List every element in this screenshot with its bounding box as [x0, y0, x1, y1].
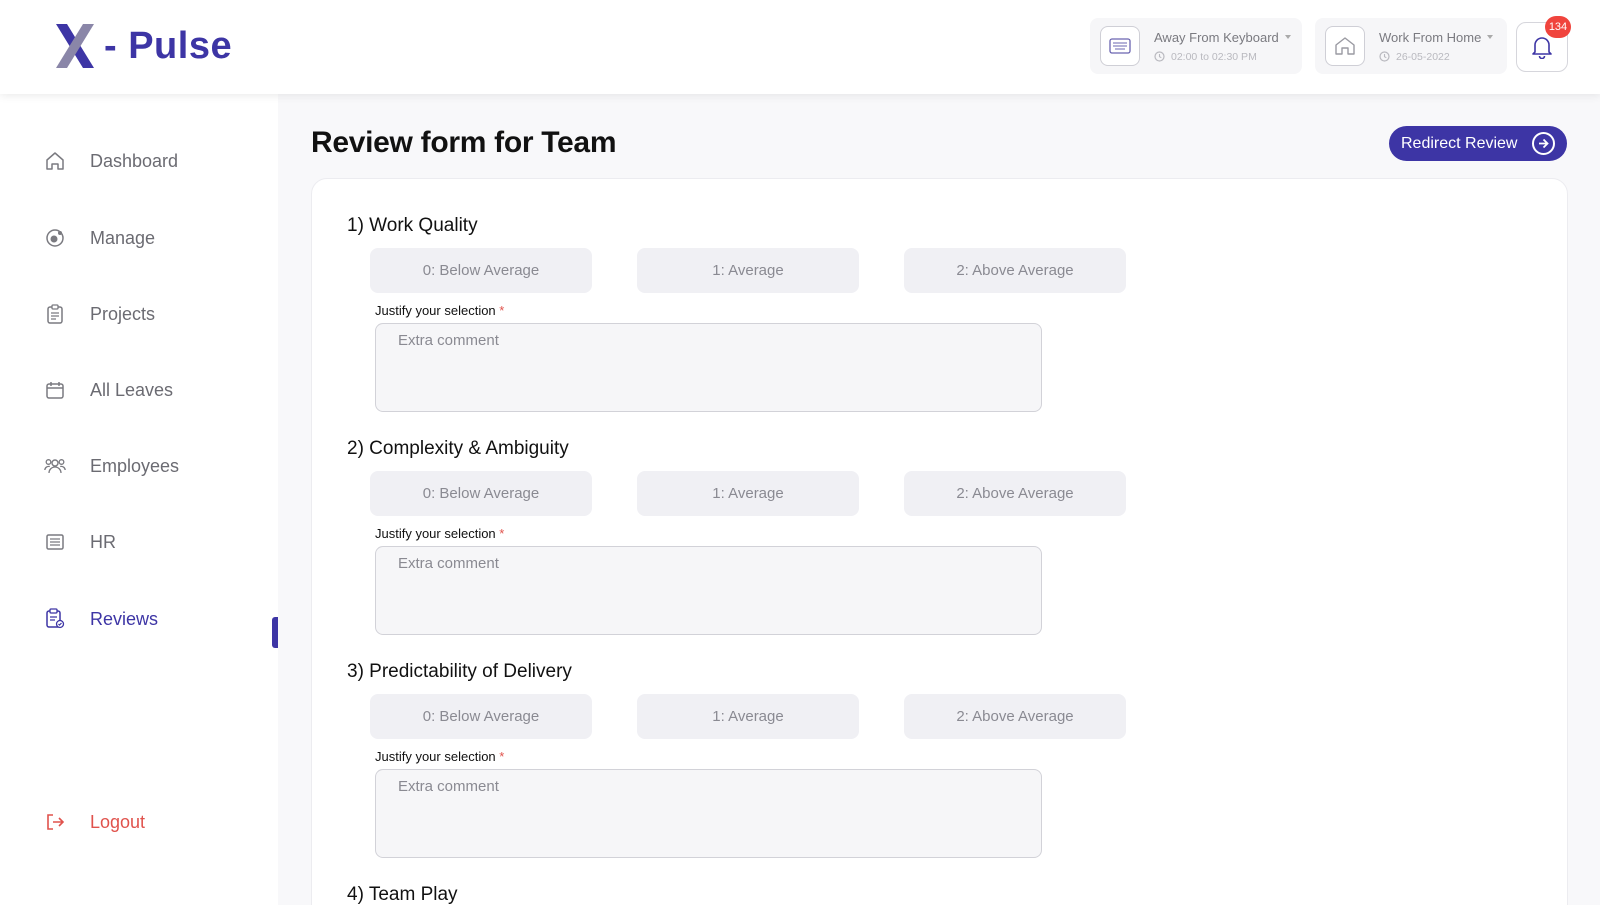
- home-icon: [44, 150, 66, 172]
- required-mark: *: [499, 526, 505, 541]
- logout-icon: [44, 811, 66, 833]
- away-from-keyboard-status[interactable]: Away From Keyboard 02:00 to 02:30 PM: [1090, 18, 1302, 74]
- page-title: Review form for Team: [311, 126, 617, 159]
- option-above-average[interactable]: 2: Above Average: [904, 248, 1126, 293]
- app-logo[interactable]: - Pulse: [56, 22, 232, 70]
- people-icon: [44, 455, 66, 477]
- logo-x-mark: [56, 24, 94, 68]
- arrow-right-circle-icon: [1532, 132, 1555, 155]
- justify-label: Justify your selection *: [375, 749, 505, 764]
- status-title: Away From Keyboard: [1154, 29, 1279, 45]
- sidebar-item-employees[interactable]: Employees: [44, 451, 179, 481]
- sidebar-item-dashboard[interactable]: Dashboard: [44, 146, 178, 176]
- calendar-icon: [44, 379, 66, 401]
- sidebar-item-label: Reviews: [90, 608, 159, 629]
- sidebar-item-label: HR: [90, 531, 116, 552]
- justify-label: Justify your selection *: [375, 526, 505, 541]
- question-title: 3) Predictability of Delivery: [347, 661, 572, 682]
- notification-count-badge: 134: [1545, 16, 1571, 38]
- bell-icon: [1532, 37, 1552, 59]
- keyboard-icon: [1100, 26, 1140, 66]
- logout-label: Logout: [90, 811, 146, 832]
- list-icon: [44, 531, 66, 553]
- review-icon: [44, 608, 66, 630]
- status-date: 26-05-2022: [1396, 50, 1450, 63]
- sidebar: Dashboard Manage Projects All Leaves Emp…: [0, 94, 278, 905]
- work-from-home-status[interactable]: Work From Home 26-05-2022: [1315, 18, 1507, 74]
- app-name: - Pulse: [104, 24, 233, 67]
- justify-label: Justify your selection *: [375, 303, 505, 318]
- option-average[interactable]: 1: Average: [637, 248, 859, 293]
- clipboard-icon: [44, 303, 66, 325]
- chevron-down-icon: [1487, 35, 1494, 39]
- sidebar-item-all-leaves[interactable]: All Leaves: [44, 375, 173, 405]
- clock-icon: [1154, 51, 1165, 62]
- sidebar-item-label: Dashboard: [90, 150, 179, 171]
- active-indicator: [272, 617, 278, 648]
- option-average[interactable]: 1: Average: [637, 471, 859, 516]
- sidebar-item-manage[interactable]: Manage: [44, 223, 155, 253]
- question-title: 4) Team Play: [347, 884, 458, 905]
- comment-field[interactable]: [375, 323, 1042, 412]
- chevron-down-icon: [1284, 35, 1291, 39]
- question-title: 1) Work Quality: [347, 215, 478, 236]
- sidebar-item-reviews[interactable]: Reviews: [44, 604, 158, 634]
- redirect-review-label: Redirect Review: [1401, 134, 1518, 152]
- redirect-review-button[interactable]: Redirect Review: [1389, 126, 1567, 161]
- option-below-average[interactable]: 0: Below Average: [370, 248, 592, 293]
- required-mark: *: [499, 749, 505, 764]
- clock-icon: [1379, 51, 1390, 62]
- status-time: 02:00 to 02:30 PM: [1171, 50, 1257, 63]
- question-title: 2) Complexity & Ambiguity: [347, 438, 569, 459]
- comment-field[interactable]: [375, 546, 1042, 635]
- sidebar-item-hr[interactable]: HR: [44, 527, 116, 557]
- option-above-average[interactable]: 2: Above Average: [904, 471, 1126, 516]
- sidebar-item-projects[interactable]: Projects: [44, 299, 155, 329]
- sidebar-item-label: Manage: [90, 227, 156, 248]
- top-header: - Pulse Away From Keyboard 02:00 to 02:3…: [0, 0, 1600, 94]
- home-icon: [1325, 26, 1365, 66]
- option-below-average[interactable]: 0: Below Average: [370, 471, 592, 516]
- manage-icon: [44, 227, 66, 249]
- sidebar-item-label: Employees: [90, 455, 180, 476]
- sidebar-item-label: All Leaves: [90, 379, 174, 400]
- option-below-average[interactable]: 0: Below Average: [370, 694, 592, 739]
- required-mark: *: [499, 303, 505, 318]
- option-average[interactable]: 1: Average: [637, 694, 859, 739]
- comment-field[interactable]: [375, 769, 1042, 858]
- option-above-average[interactable]: 2: Above Average: [904, 694, 1126, 739]
- status-title: Work From Home: [1379, 29, 1482, 45]
- logout-button[interactable]: Logout: [44, 807, 145, 837]
- sidebar-item-label: Projects: [90, 303, 156, 324]
